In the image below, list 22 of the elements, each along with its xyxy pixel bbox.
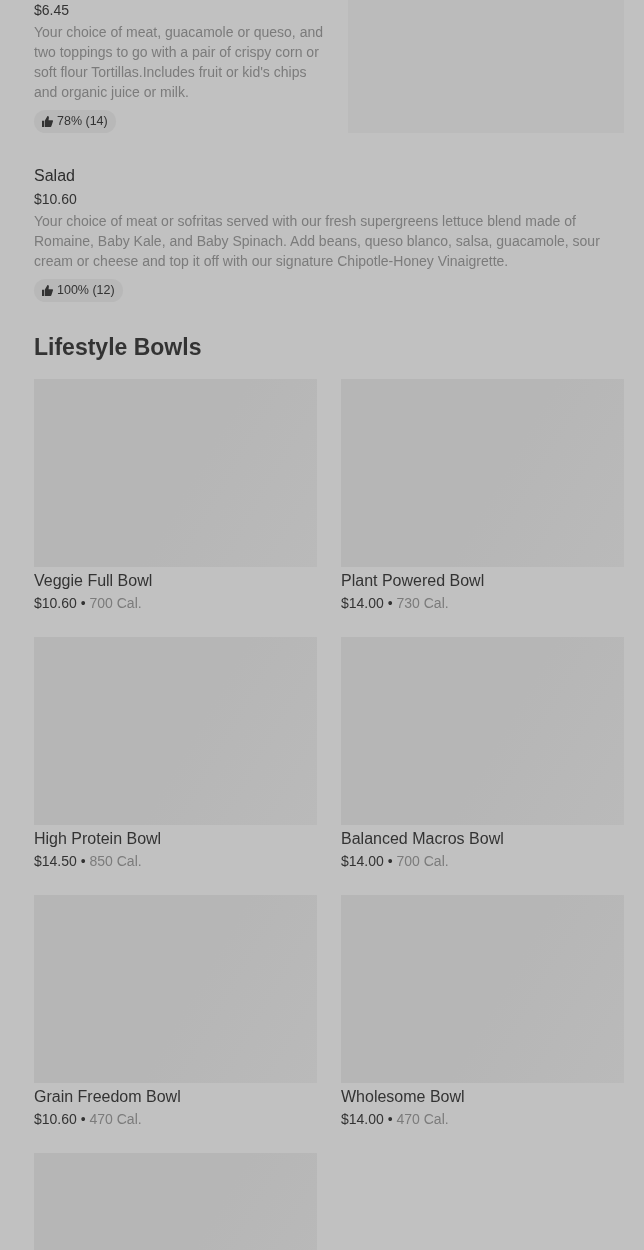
- section-title: Lifestyle Bowls: [34, 333, 203, 362]
- thumbs-up-icon: [42, 284, 53, 296]
- item-price-calories: $14.00 • 700 Cal.: [341, 852, 450, 872]
- rating-badge: 100% (12): [34, 279, 123, 302]
- item-price-calories: $14.50 • 850 Cal.: [34, 852, 143, 872]
- rating-badge: 78% (14): [34, 110, 116, 133]
- item-price: $6.45: [34, 1, 71, 20]
- item-name: Grain Freedom Bowl: [34, 1087, 182, 1108]
- item-name: Salad: [34, 166, 76, 186]
- item-price-calories: $10.60 • 470 Cal.: [34, 1110, 143, 1130]
- item-price-calories: $14.00 • 730 Cal.: [341, 594, 450, 614]
- item-name: Plant Powered Bowl: [341, 571, 486, 592]
- item-name: Balanced Macros Bowl: [341, 829, 505, 850]
- item-description: Your choice of meat, guacamole or queso, and two toppings to go with a pair of crispy corn or soft flour Tortillas.Includes fruit or kid's chips and organic juice or milk.: [34, 23, 324, 102]
- item-name: Wholesome Bowl: [341, 1087, 466, 1108]
- item-price-calories: $10.60 • 700 Cal.: [34, 594, 143, 614]
- item-price-calories: $14.00 • 470 Cal.: [341, 1110, 450, 1130]
- item-name: High Protein Bowl: [34, 829, 163, 850]
- item-description: Your choice of meat or sofritas served with our fresh supergreens lettuce blend made of Romaine, Baby Kale, and Baby Spinach. Add beans, queso blanco, salsa, guacamole, sour cream or cheese and top it off with our signature Chipotle-Honey Vinaigrette.: [34, 212, 601, 271]
- thumbs-up-icon: [42, 115, 53, 127]
- item-name: Veggie Full Bowl: [34, 571, 154, 592]
- item-price: $10.60: [34, 190, 78, 209]
